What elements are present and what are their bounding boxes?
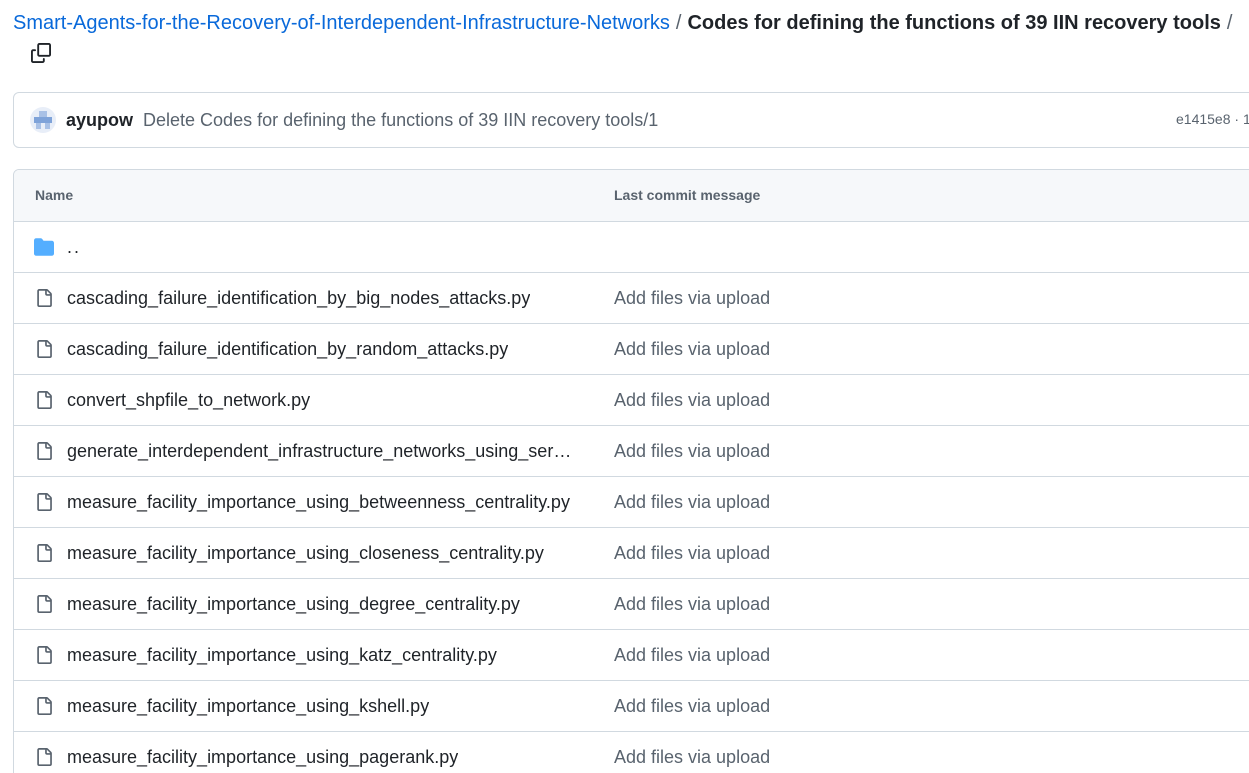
file-icon <box>34 287 54 309</box>
file-commit-message-link[interactable]: Add files via upload <box>614 339 770 360</box>
file-icon <box>34 644 54 666</box>
copy-path-button[interactable] <box>28 42 54 68</box>
column-header-name: Name <box>35 187 74 203</box>
breadcrumb-trailing-separator: / <box>1226 12 1233 34</box>
file-name-link[interactable]: cascading_failure_identification_by_big_… <box>67 288 530 309</box>
table-row[interactable]: generate_interdependent_infrastructure_n… <box>14 426 1249 477</box>
table-row[interactable]: measure_facility_importance_using_degree… <box>14 579 1249 630</box>
file-commit-message-link[interactable]: Add files via upload <box>614 441 770 462</box>
file-name-link[interactable]: measure_facility_importance_using_degree… <box>67 594 520 615</box>
table-row[interactable]: cascading_failure_identification_by_rand… <box>14 324 1249 375</box>
column-header-last-commit-message: Last commit message <box>614 187 761 203</box>
page: Smart-Agents-for-the-Recovery-of-Interde… <box>0 0 1249 773</box>
breadcrumb: Smart-Agents-for-the-Recovery-of-Interde… <box>13 10 1238 36</box>
file-name-link[interactable]: measure_facility_importance_using_betwee… <box>67 492 570 513</box>
file-commit-message-link[interactable]: Add files via upload <box>614 696 770 717</box>
copy-icon <box>31 42 51 68</box>
file-commit-message-link[interactable]: Add files via upload <box>614 543 770 564</box>
parent-directory-row[interactable]: .. <box>14 222 1249 273</box>
file-name-link[interactable]: cascading_failure_identification_by_rand… <box>67 339 508 360</box>
file-icon <box>34 440 54 462</box>
file-commit-message-link[interactable]: Add files via upload <box>614 288 770 309</box>
file-commit-message-link[interactable]: Add files via upload <box>614 594 770 615</box>
file-name-link[interactable]: generate_interdependent_infrastructure_n… <box>67 441 577 462</box>
file-icon <box>34 593 54 615</box>
commit-author[interactable]: ayupow <box>66 110 133 131</box>
file-name-link[interactable]: measure_facility_importance_using_kshell… <box>67 696 429 717</box>
file-commit-message-link[interactable]: Add files via upload <box>614 390 770 411</box>
table-row[interactable]: measure_facility_importance_using_pagera… <box>14 732 1249 773</box>
breadcrumb-separator: / <box>675 12 682 34</box>
file-list: cascading_failure_identification_by_big_… <box>14 273 1249 773</box>
latest-commit-bar: ayupow Delete Codes for defining the fun… <box>13 92 1249 148</box>
file-table: Name Last commit message .. cascading_fa… <box>13 169 1249 773</box>
breadcrumb-current-folder: Codes for defining the functions of 39 I… <box>687 12 1221 34</box>
file-commit-message-link[interactable]: Add files via upload <box>614 645 770 666</box>
file-name-link[interactable]: measure_facility_importance_using_closen… <box>67 543 544 564</box>
avatar[interactable] <box>30 107 56 133</box>
commit-message[interactable]: Delete Codes for defining the functions … <box>143 110 658 131</box>
file-icon <box>34 695 54 717</box>
table-row[interactable]: measure_facility_importance_using_kshell… <box>14 681 1249 732</box>
file-icon <box>34 491 54 513</box>
file-icon <box>34 338 54 360</box>
table-row[interactable]: measure_facility_importance_using_closen… <box>14 528 1249 579</box>
file-commit-message-link[interactable]: Add files via upload <box>614 747 770 768</box>
file-name-link[interactable]: convert_shpfile_to_network.py <box>67 390 310 411</box>
table-header: Name Last commit message <box>14 170 1249 222</box>
folder-icon <box>34 236 54 258</box>
file-icon <box>34 389 54 411</box>
commit-sha[interactable]: e1415e8 · 1 <box>1176 111 1249 127</box>
file-name-link[interactable]: measure_facility_importance_using_katz_c… <box>67 645 497 666</box>
file-icon <box>34 542 54 564</box>
table-row[interactable]: cascading_failure_identification_by_big_… <box>14 273 1249 324</box>
table-row[interactable]: measure_facility_importance_using_katz_c… <box>14 630 1249 681</box>
table-row[interactable]: measure_facility_importance_using_betwee… <box>14 477 1249 528</box>
breadcrumb-repo-link[interactable]: Smart-Agents-for-the-Recovery-of-Interde… <box>13 12 670 34</box>
file-commit-message-link[interactable]: Add files via upload <box>614 492 770 513</box>
table-row[interactable]: convert_shpfile_to_network.py Add files v… <box>14 375 1249 426</box>
file-name-link[interactable]: measure_facility_importance_using_pagera… <box>67 747 458 768</box>
file-icon <box>34 746 54 768</box>
parent-directory-link[interactable]: .. <box>67 237 81 258</box>
